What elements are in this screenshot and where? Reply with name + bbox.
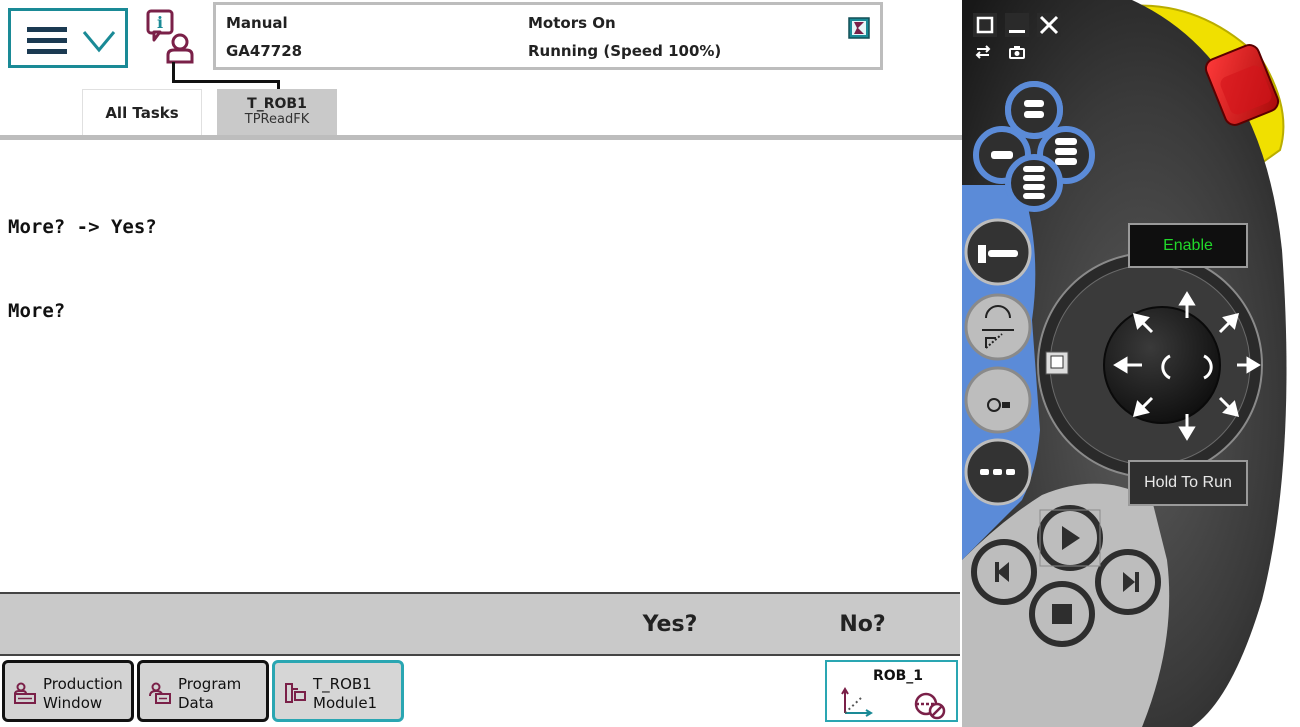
minimize-window-icon[interactable]: [1004, 12, 1030, 38]
tab-all-tasks-label: All Tasks: [105, 103, 179, 122]
operating-mode: Manual: [226, 14, 288, 32]
controller-id: GA47728: [226, 42, 303, 60]
tab-task-name: T_ROB1: [247, 96, 307, 112]
hold-to-run-button[interactable]: Hold To Run: [1128, 460, 1248, 506]
tp-output-console: More? -> Yes? More?: [8, 157, 948, 381]
program-data-button[interactable]: Program Data: [137, 660, 269, 722]
tool-disabled-icon: [914, 692, 946, 720]
connector-line: [172, 62, 175, 82]
program-data-label: Program Data: [178, 675, 241, 713]
camera-icon[interactable]: [1008, 44, 1026, 60]
production-window-button[interactable]: Production Window: [2, 660, 134, 722]
motors-state: Motors On: [528, 14, 616, 32]
label-line: Module1: [313, 694, 378, 712]
answer-button-bar: Yes? No?: [0, 592, 960, 656]
svg-text:i: i: [157, 13, 163, 32]
console-line: More?: [8, 300, 66, 322]
label-line: Window: [43, 694, 103, 712]
enable-button[interactable]: Enable: [1128, 223, 1248, 268]
label-line: T_ROB1: [313, 675, 372, 693]
connector-line: [172, 80, 280, 83]
robot-unit-label: ROB_1: [872, 668, 924, 684]
hamburger-icon: [27, 27, 67, 55]
status-bar[interactable]: Manual GA47728 Motors On Running (Speed …: [213, 2, 883, 70]
pendant-body: [962, 0, 1287, 727]
jogging-status-button[interactable]: ROB_1: [825, 660, 958, 722]
main-menu-button[interactable]: [8, 8, 128, 68]
swap-icon[interactable]: [974, 44, 992, 60]
close-icon[interactable]: [1036, 12, 1062, 38]
program-data-icon: [149, 682, 171, 704]
quickset-icon[interactable]: [848, 17, 870, 39]
label-line: Production: [43, 675, 123, 693]
flexpendant-screen: i Manual GA47728 Motors On Running (Spee…: [0, 0, 962, 727]
coordinate-system-icon: [841, 687, 873, 717]
chevron-down-icon: [82, 31, 116, 53]
tab-all-tasks[interactable]: All Tasks: [82, 89, 202, 135]
program-editor-icon: [285, 683, 306, 703]
tab-divider: [0, 135, 962, 140]
label-line: Data: [178, 694, 214, 712]
restore-window-icon[interactable]: [972, 12, 998, 38]
program-editor-button[interactable]: T_ROB1 Module1: [272, 660, 404, 722]
label-line: Program: [178, 675, 242, 693]
pendant-hardware-panel: Enable Hold To Run: [962, 0, 1300, 727]
production-window-label: Production Window: [43, 675, 123, 713]
program-run-state: Running (Speed 100%): [528, 42, 722, 60]
no-answer-button[interactable]: No?: [800, 594, 925, 654]
yes-answer-button[interactable]: Yes?: [610, 594, 730, 654]
event-log-info-icon[interactable]: i: [142, 8, 198, 66]
production-window-icon: [14, 682, 36, 704]
taskbar: Production Window Program Data T_ROB1 Mo…: [0, 656, 962, 727]
console-line: More? -> Yes?: [8, 216, 157, 238]
program-editor-label: T_ROB1 Module1: [313, 675, 377, 713]
tab-task-routine: TPReadFK: [244, 112, 310, 127]
tab-t-rob1[interactable]: T_ROB1 TPReadFK: [217, 89, 337, 135]
